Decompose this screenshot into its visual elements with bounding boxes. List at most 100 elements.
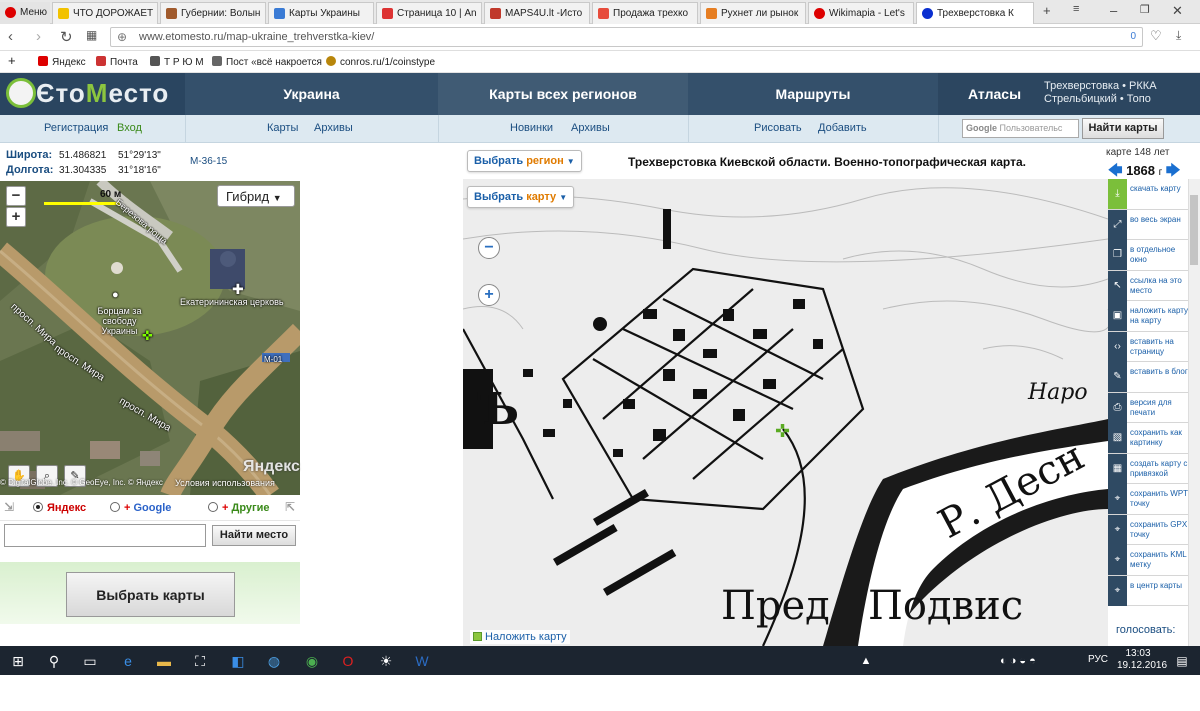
choose-map-dropdown[interactable]: Выбрать карту ▼ (467, 186, 575, 208)
notifications-icon[interactable]: ▤ (1172, 651, 1192, 671)
provider-google[interactable]: + Google (110, 502, 171, 514)
search-icon[interactable]: ⚲ (44, 651, 64, 671)
minimize-button[interactable]: – (1110, 3, 1117, 18)
find-place-button[interactable]: Найти место (212, 525, 296, 546)
monument-marker-icon[interactable]: ● (112, 289, 119, 301)
opera-icon[interactable]: O (338, 651, 358, 671)
tab-1[interactable]: Губернии: Волын (160, 2, 266, 24)
collapse-icon[interactable]: ⇲ (4, 500, 14, 514)
reload-icon[interactable]: ↻ (60, 28, 73, 46)
add-bookmark-icon[interactable]: + (8, 53, 16, 68)
provider-other[interactable]: + Другие (208, 502, 270, 514)
action-13[interactable]: ⌖ в центр карты (1108, 575, 1188, 606)
map-zoom-in-button[interactable]: + (478, 284, 500, 306)
adblock-badge[interactable]: 0 (1130, 31, 1136, 42)
login-link[interactable]: Вход (117, 122, 142, 134)
sun-icon[interactable]: ☀ (376, 651, 396, 671)
add-link[interactable]: Добавить (818, 122, 867, 134)
close-window-button[interactable]: ✕ (1172, 3, 1183, 19)
map-sheet-link[interactable]: M-36-15 (190, 156, 227, 167)
tab-4[interactable]: MAPS4U.lt -Исто (484, 2, 590, 24)
download-icon[interactable]: ⤓ (1176, 28, 1181, 43)
back-icon[interactable]: ‹ (8, 28, 13, 45)
site-search-input[interactable]: Google Пользовательс (962, 119, 1079, 138)
action-4[interactable]: ▣ наложить карту на карту (1108, 301, 1188, 332)
globe-icon[interactable]: ◍ (264, 651, 284, 671)
bookmark-trum[interactable]: Т Р Ю М (150, 56, 204, 68)
chrome-icon[interactable]: ◉ (302, 651, 322, 671)
tab-0[interactable]: ЧТО ДОРОЖАЕТ (52, 2, 158, 24)
action-7[interactable]: ⎙ версия для печати (1108, 392, 1188, 423)
atlas-link-2[interactable]: Стрельбицкий • Топо (1044, 93, 1157, 106)
speed-dial-icon[interactable]: ▦ (86, 28, 97, 42)
find-maps-button[interactable]: Найти карты (1082, 118, 1164, 139)
choose-region-dropdown[interactable]: Выбрать регион ▼ (467, 150, 582, 172)
tab-7[interactable]: Wikimapia - Let's (808, 2, 914, 24)
site-logo[interactable]: ЄтоМесто (0, 73, 185, 115)
register-link[interactable]: Регистрация (44, 122, 108, 134)
news-link[interactable]: Новинки (510, 122, 553, 134)
draw-link[interactable]: Рисовать (754, 122, 802, 134)
maximize-button[interactable]: ❐ (1140, 3, 1150, 16)
overlay-map-link[interactable]: Наложить карту (470, 630, 570, 644)
action-10[interactable]: ⌖ сохранить WPT точку (1108, 484, 1188, 515)
new-tab-button[interactable]: + (1043, 3, 1051, 18)
next-year-icon[interactable]: 🡆 (1166, 162, 1180, 178)
action-2[interactable]: ❐ в отдельное окно (1108, 240, 1188, 271)
bookmark-yandex[interactable]: Яндекс (38, 56, 86, 68)
archives-link[interactable]: Архивы (314, 122, 353, 134)
action-8[interactable]: ▧ сохранить как картинку (1108, 423, 1188, 454)
maps-link[interactable]: Карты (267, 122, 298, 134)
map-type-dropdown[interactable]: Гибрид ▼ (217, 185, 295, 207)
forward-icon[interactable]: › (36, 28, 41, 45)
clock[interactable]: 13:03 19.12.2016 (1117, 648, 1167, 672)
expand-icon[interactable]: ⇱ (285, 500, 295, 514)
start-icon[interactable]: ⊞ (8, 651, 28, 671)
browser-menu-button[interactable]: Меню (0, 2, 50, 24)
map-zoom-out-button[interactable]: − (478, 237, 500, 259)
provider-yandex[interactable]: Яндекс (33, 502, 86, 514)
bookmark-conros[interactable]: conros.ru/1/coinstype (326, 56, 435, 68)
tab-2[interactable]: Карты Украины (268, 2, 374, 24)
atlas-links[interactable]: Трехверстовка • РККА Стрельбицкий • Топо (1044, 80, 1157, 106)
bookmark-post[interactable]: Пост «всё накроется (212, 56, 322, 68)
archives-link-2[interactable]: Архивы (571, 122, 610, 134)
scrollbar-thumb[interactable] (1190, 195, 1198, 265)
choose-maps-button[interactable]: Выбрать карты (66, 572, 235, 617)
nav-routes[interactable]: Маршруты (688, 73, 938, 115)
tab-8-active[interactable]: Трехверстовка К (916, 2, 1034, 24)
edge-icon[interactable]: e (118, 651, 138, 671)
zoom-out-button[interactable]: − (6, 186, 26, 206)
action-1[interactable]: ⤢ во весь экран (1108, 209, 1188, 240)
language-indicator[interactable]: РУС (1088, 654, 1108, 665)
nav-all-regions[interactable]: Карты всех регионов (438, 73, 688, 115)
tab-list-icon[interactable]: ≡ (1073, 3, 1079, 15)
prev-year-icon[interactable]: 🡄 (1108, 162, 1122, 178)
church-marker-icon[interactable]: ✚ (232, 281, 244, 298)
historic-map[interactable]: Ъ Р. Десн Пред Подвис Наро ✜ (463, 179, 1108, 646)
task-view-icon[interactable]: ▭ (80, 651, 100, 671)
action-6[interactable]: ✎ вставить в блог (1108, 362, 1188, 393)
nav-ukraine[interactable]: Украина (185, 73, 438, 115)
terms-link[interactable]: Условия использования (175, 478, 275, 488)
heart-icon[interactable]: ♡ (1150, 28, 1162, 44)
action-5[interactable]: ‹› вставить на страницу (1108, 331, 1188, 362)
action-9[interactable]: ▦ создать карту с привязкой (1108, 453, 1188, 484)
action-0[interactable]: ⤓ скачать карту (1108, 179, 1188, 210)
word-icon[interactable]: W (412, 651, 432, 671)
zoom-in-button[interactable]: + (6, 207, 26, 227)
action-11[interactable]: ⌖ сохранить GPX точку (1108, 514, 1188, 545)
bookmark-mail[interactable]: Почта (96, 56, 138, 68)
place-search-input[interactable] (4, 524, 206, 547)
action-12[interactable]: ⌖ сохранить KML метку (1108, 545, 1188, 576)
media-icon[interactable]: ◧ (228, 651, 248, 671)
folder-icon[interactable]: ▬ (154, 651, 174, 671)
store-icon[interactable]: ⛶ (190, 651, 210, 671)
atlas-link-1[interactable]: Трехверстовка • РККА (1044, 80, 1157, 93)
url-field[interactable]: ⊕ www.etomesto.ru/map-ukraine_trehverstk… (110, 27, 1143, 47)
tab-6[interactable]: Рухнет ли рынок (700, 2, 806, 24)
tab-3[interactable]: Страница 10 | An (376, 2, 482, 24)
tray-icons[interactable]: ▲ ☁ ♪ ◷ (856, 651, 876, 707)
tray-app-icons[interactable]: ◐ ◑ ◒ ◓ (1000, 651, 1080, 671)
action-3[interactable]: ↖ ссылка на это место (1108, 270, 1188, 301)
